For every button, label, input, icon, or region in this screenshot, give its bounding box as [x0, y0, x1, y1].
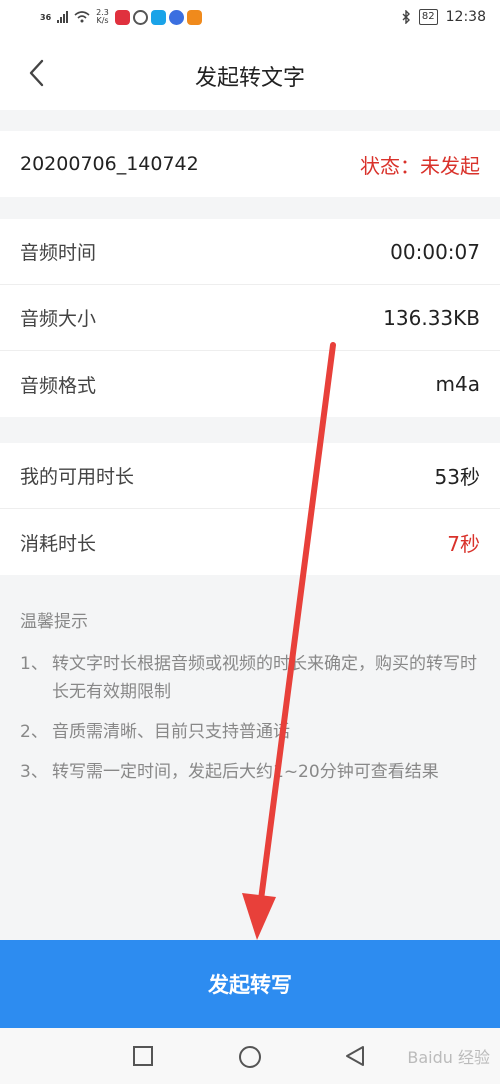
recents-square-icon[interactable]	[132, 1045, 154, 1067]
tips-title: 温馨提示	[20, 612, 88, 632]
info-row-duration: 音频时间 00:00:07	[0, 219, 500, 285]
tip-item: 3、 转写需一定时间，发起后大约1~20分钟可查看结果	[20, 762, 439, 782]
signal-icon	[57, 11, 69, 23]
file-name: 20200706_140742	[20, 153, 199, 175]
row-label: 我的可用时长	[20, 466, 135, 488]
info-row-consumed: 消耗时长 7秒	[0, 509, 500, 575]
row-label: 音频大小	[20, 308, 97, 330]
row-label: 消耗时长	[20, 532, 97, 555]
network-type: 36	[40, 12, 52, 22]
row-value: m4a	[435, 372, 480, 396]
tips-section: 温馨提示 1、 转文字时长根据音频或视频的时长来确定，购买的转写时长无有效期限制 …	[20, 608, 480, 798]
row-value: 00:00:07	[390, 239, 480, 264]
clock: 12:38	[445, 9, 486, 25]
row-value: 53秒	[434, 465, 480, 489]
baidu-watermark: Baidu 经验	[407, 1048, 490, 1067]
status-badge: 状态：未发起	[360, 153, 480, 178]
audio-info-card: 音频时间 00:00:07 音频大小 136.33KB 音频格式 m4a	[0, 219, 500, 417]
row-label: 音频格式	[20, 374, 97, 397]
back-triangle-icon[interactable]	[344, 1045, 366, 1067]
net-speed: 2.3 K/s	[96, 8, 109, 25]
header: 发起转文字	[0, 36, 500, 110]
tip-item: 2、 音质需清晰、目前只支持普通话	[20, 722, 290, 742]
file-card: 20200706_140742 状态：未发起	[0, 131, 500, 197]
home-circle-icon[interactable]	[238, 1045, 262, 1069]
battery-icon: 82	[418, 9, 438, 25]
info-row-size: 音频大小 136.33KB	[0, 285, 500, 351]
file-row: 20200706_140742 状态：未发起	[0, 131, 500, 197]
app-icon-orange	[186, 9, 202, 25]
app-icon-music	[168, 9, 184, 25]
page-title: 发起转文字	[194, 66, 305, 91]
notification-icons	[114, 9, 202, 25]
bluetooth-icon	[402, 10, 410, 24]
app-icon-blue	[150, 9, 166, 25]
tip-item: 1、 转文字时长根据音频或视频的时长来确定，购买的转写时长无有效期限制	[20, 654, 477, 702]
submit-transcribe-button[interactable]: 发起转写	[0, 940, 500, 1028]
row-value: 136.33KB	[383, 305, 480, 330]
info-row-available: 我的可用时长 53秒	[0, 443, 500, 509]
app-icon-ring	[132, 9, 148, 25]
row-label: 音频时间	[20, 242, 97, 264]
info-row-format: 音频格式 m4a	[0, 351, 500, 417]
wifi-icon	[74, 11, 90, 23]
duration-card: 我的可用时长 53秒 消耗时长 7秒	[0, 443, 500, 575]
row-value: 7秒	[447, 531, 480, 556]
app-icon-red	[114, 9, 130, 25]
status-bar: 36 2.3 K/s 82 12:38	[0, 0, 500, 36]
